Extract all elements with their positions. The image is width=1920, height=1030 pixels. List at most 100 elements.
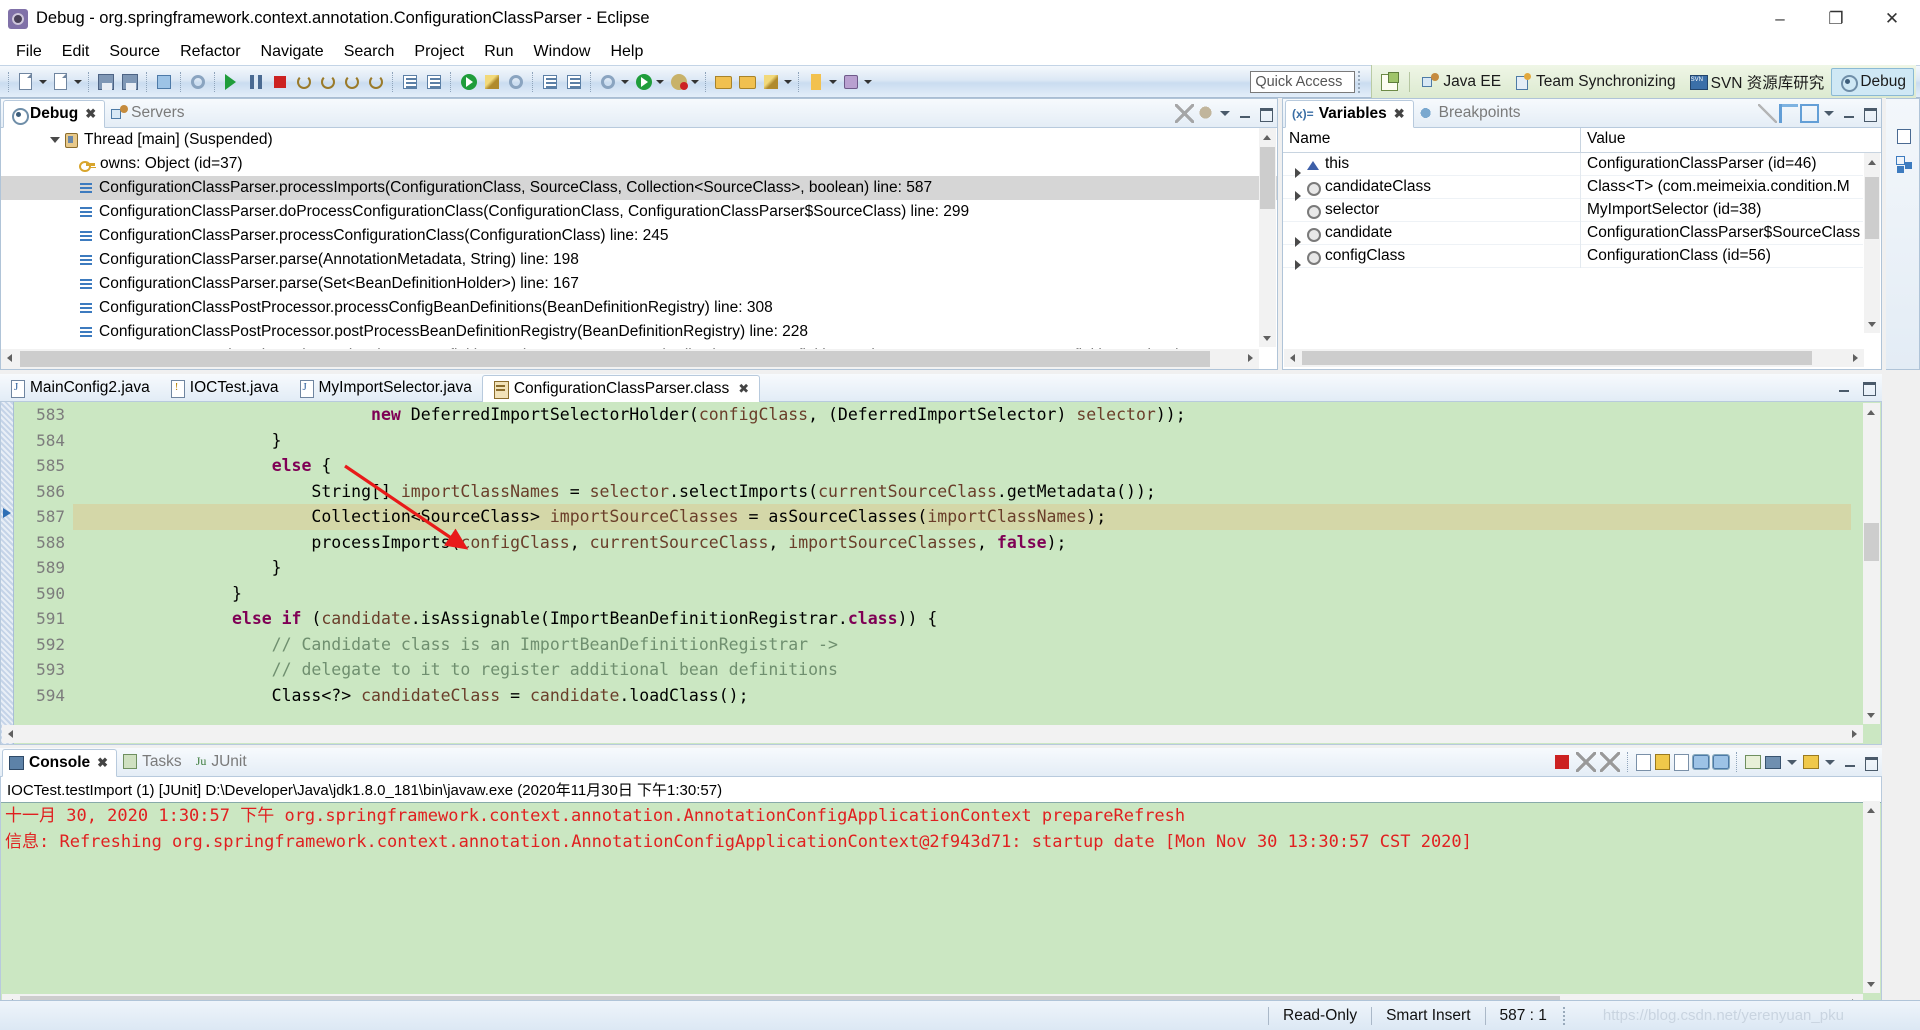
tab-breakpoints[interactable]: Breakpoints [1414,99,1529,127]
table-row[interactable]: configClass ConfigurationClass (id=56) [1283,244,1863,270]
code-line[interactable]: Collection<SourceClass> importSourceClas… [73,504,1851,530]
disconnect-icon[interactable] [293,71,315,93]
tab-console[interactable]: Console ✖ [2,749,118,777]
code-text[interactable]: new DeferredImportSelectorHolder(configC… [73,402,1851,744]
scroll-down-icon[interactable] [1259,329,1275,347]
code-line[interactable]: processImports(configClass, currentSourc… [73,530,1851,556]
code-line[interactable]: new DeferredImportSelectorHolder(configC… [73,402,1851,428]
remove-launch-icon[interactable] [1576,752,1596,772]
close-icon[interactable]: ✖ [85,106,96,122]
editor-tab-configurationclassparser[interactable]: ConfigurationClassParser.class ✖ [481,375,761,402]
maximize-view-icon[interactable] [1862,754,1878,771]
save-icon[interactable] [95,71,117,93]
variable-name-cell[interactable]: candidate [1283,221,1581,247]
menu-navigate[interactable]: Navigate [251,40,334,64]
minimize-view-icon[interactable] [1237,105,1253,121]
menu-run[interactable]: Run [474,40,523,64]
scroll-up-icon[interactable] [1863,801,1879,819]
scrollbar-thumb[interactable] [1864,523,1879,561]
table-row[interactable]: candidateClass Class<T> (com.meimeixia.c… [1283,175,1863,201]
menu-file[interactable]: File [6,40,52,64]
code-line[interactable]: } [73,581,1851,607]
edit-icon[interactable] [481,71,503,93]
console-vertical-scrollbar[interactable] [1863,801,1880,993]
open-perspective-icon[interactable] [1377,70,1401,94]
variables-vertical-scrollbar[interactable] [1864,153,1880,333]
variable-name-cell[interactable]: candidateClass [1283,175,1581,201]
tab-servers[interactable]: Servers [105,99,192,127]
debug-dropdown-icon[interactable] [690,71,701,93]
open-console-icon[interactable] [1803,755,1819,769]
console-output-area[interactable]: IOCTest.testImport (1) [JUnit] D:\Develo… [0,777,1882,1014]
download-dropdown-icon[interactable] [828,71,839,93]
column-header-value[interactable]: Value [1581,128,1881,152]
word-wrap-icon[interactable] [1674,753,1689,771]
pencil-tool-icon[interactable] [760,71,782,93]
scroll-lock-icon[interactable] [1655,754,1670,770]
editor-tab-myimportselector[interactable]: MyImportSelector.java [289,374,482,401]
scroll-down-icon[interactable] [1864,315,1880,333]
list-item[interactable]: Thread [main] (Suspended) [1,128,1277,152]
code-line[interactable]: } [73,428,1851,454]
debug-horizontal-scrollbar[interactable] [1,349,1259,369]
external-tools-icon[interactable] [597,71,619,93]
menu-window[interactable]: Window [524,40,601,64]
minimize-button[interactable]: – [1752,0,1808,38]
display-selected-console-dropdown-icon[interactable] [1784,754,1800,770]
close-icon[interactable]: ✖ [97,755,108,771]
code-line[interactable]: } [73,555,1851,581]
scroll-left-icon[interactable] [2,725,19,743]
quick-access-input[interactable]: Quick Access [1250,70,1356,93]
list-item[interactable]: ConfigurationClassParser.processImports(… [1,176,1277,200]
code-editor[interactable]: 583 584 585 586 587 588 589 590 591 592 … [0,402,1882,745]
scroll-left-icon[interactable] [1,349,18,367]
expand-all-icon[interactable] [1800,103,1819,123]
list-item[interactable]: ConfigurationClassParser.doProcessConfig… [1,200,1277,224]
search-icon[interactable] [505,71,527,93]
debug-icon[interactable] [667,71,689,93]
pin-console-icon[interactable] [1745,755,1761,769]
remove-all-launches-icon[interactable] [1600,752,1620,772]
list-item[interactable]: ConfigurationClassParser.parse(Set<BeanD… [1,272,1277,296]
open-type-icon[interactable] [457,71,479,93]
collapse-all-icon[interactable] [1779,103,1798,123]
perspective-java-ee[interactable]: Java EE [1415,69,1508,95]
show-console-on-error-icon[interactable] [1712,754,1730,770]
scroll-up-icon[interactable] [1864,153,1880,171]
step-into-icon[interactable] [317,71,339,93]
table-row[interactable]: this ConfigurationClassParser (id=46) [1283,153,1863,178]
new-java-class-icon[interactable] [50,71,72,93]
code-line[interactable]: // delegate to it to register additional… [73,657,1851,683]
column-header-name[interactable]: Name [1283,128,1581,152]
code-line[interactable]: Class<?> candidateClass = candidate.load… [73,683,1851,709]
editor-tab-mainconfig2[interactable]: MainConfig2.java [0,374,160,401]
step-over-icon[interactable] [341,71,363,93]
close-icon[interactable]: ✖ [1394,106,1405,122]
previous-annotation-icon[interactable] [423,71,445,93]
scroll-up-icon[interactable] [1259,128,1275,146]
toolbar-gripper[interactable] [1358,70,1368,93]
table-row[interactable]: selector MyImportSelector (id=38) [1283,198,1863,222]
remove-all-terminated-icon[interactable] [1175,103,1194,123]
scroll-down-icon[interactable] [1863,975,1879,993]
new-java-class-dropdown-icon[interactable] [73,71,84,93]
perspective-debug[interactable]: Debug [1831,67,1914,96]
maximize-view-icon[interactable] [1257,105,1273,122]
variable-name-cell[interactable]: configClass [1283,244,1581,270]
open-console-dropdown-icon[interactable] [1822,754,1838,770]
code-line[interactable]: else if (candidate.isAssignable(ImportBe… [73,606,1851,632]
debug-stack-list[interactable]: Thread [main] (Suspended) owns: Object (… [1,128,1277,369]
minimize-editor-icon[interactable] [1836,379,1852,395]
scrollbar-thumb[interactable] [1260,147,1275,209]
pencil-tool-dropdown-icon[interactable] [783,71,794,93]
open-folder-icon[interactable] [736,71,758,93]
run-icon[interactable] [632,71,654,93]
commit-dropdown-icon[interactable] [863,71,874,93]
run-dropdown-icon[interactable] [655,71,666,93]
list-item[interactable]: owns: Object (id=37) [1,152,1277,176]
menu-source[interactable]: Source [99,40,170,64]
variables-table[interactable]: this ConfigurationClassParser (id=46) ca… [1283,153,1863,347]
view-menu-icon[interactable] [1217,105,1233,121]
menu-help[interactable]: Help [600,40,653,64]
close-icon[interactable]: ✖ [738,381,749,397]
